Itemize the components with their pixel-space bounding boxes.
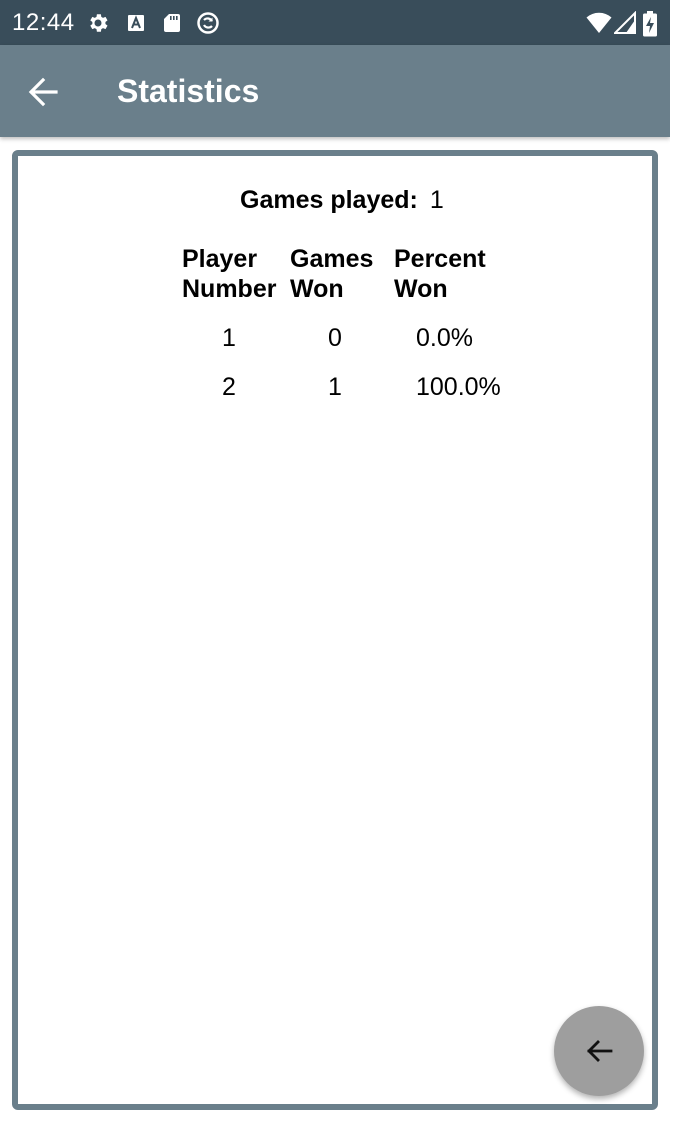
arrow-back-icon bbox=[28, 77, 58, 107]
cell-player-number: 1 bbox=[222, 324, 236, 352]
header-games-won: Games Won bbox=[290, 244, 373, 304]
battery-icon bbox=[642, 11, 660, 37]
header-player-line1: Player bbox=[182, 245, 258, 273]
header-player-line2: Number bbox=[182, 275, 277, 303]
back-button[interactable] bbox=[18, 67, 68, 117]
sd-card-icon bbox=[160, 11, 184, 35]
cell-player-number: 2 bbox=[222, 373, 236, 401]
arrow-back-icon bbox=[587, 1040, 613, 1062]
cell-percent-won: 0.0% bbox=[416, 324, 473, 352]
app-bar: Statistics bbox=[0, 45, 670, 137]
games-played-summary: Games played: 1 bbox=[240, 186, 444, 215]
font-a-icon bbox=[124, 11, 148, 35]
header-won-line1: Games bbox=[290, 245, 374, 273]
header-percent-won: Percent Won bbox=[394, 244, 486, 304]
cell-percent-won: 100.0% bbox=[416, 373, 501, 401]
sync-circle-icon bbox=[196, 11, 220, 35]
games-played-value: 1 bbox=[429, 186, 444, 214]
games-played-label: Games played: bbox=[240, 186, 418, 214]
header-pct-line2: Won bbox=[394, 275, 448, 303]
page-title: Statistics bbox=[117, 73, 260, 109]
gear-icon bbox=[86, 11, 110, 35]
status-time: 12:44 bbox=[12, 9, 75, 36]
status-bar: 12:44 bbox=[0, 0, 670, 45]
cell-games-won: 0 bbox=[328, 324, 342, 352]
screen-edge bbox=[670, 0, 676, 1122]
cell-games-won: 1 bbox=[328, 373, 342, 401]
signal-icon bbox=[612, 10, 638, 35]
statistics-card: Games played: 1 Player Number Games Won P… bbox=[12, 150, 658, 1110]
header-player-number: Player Number bbox=[182, 244, 276, 304]
header-pct-line1: Percent bbox=[394, 245, 486, 273]
back-fab[interactable] bbox=[554, 1006, 644, 1096]
wifi-icon bbox=[586, 11, 612, 35]
header-won-line2: Won bbox=[290, 275, 344, 303]
